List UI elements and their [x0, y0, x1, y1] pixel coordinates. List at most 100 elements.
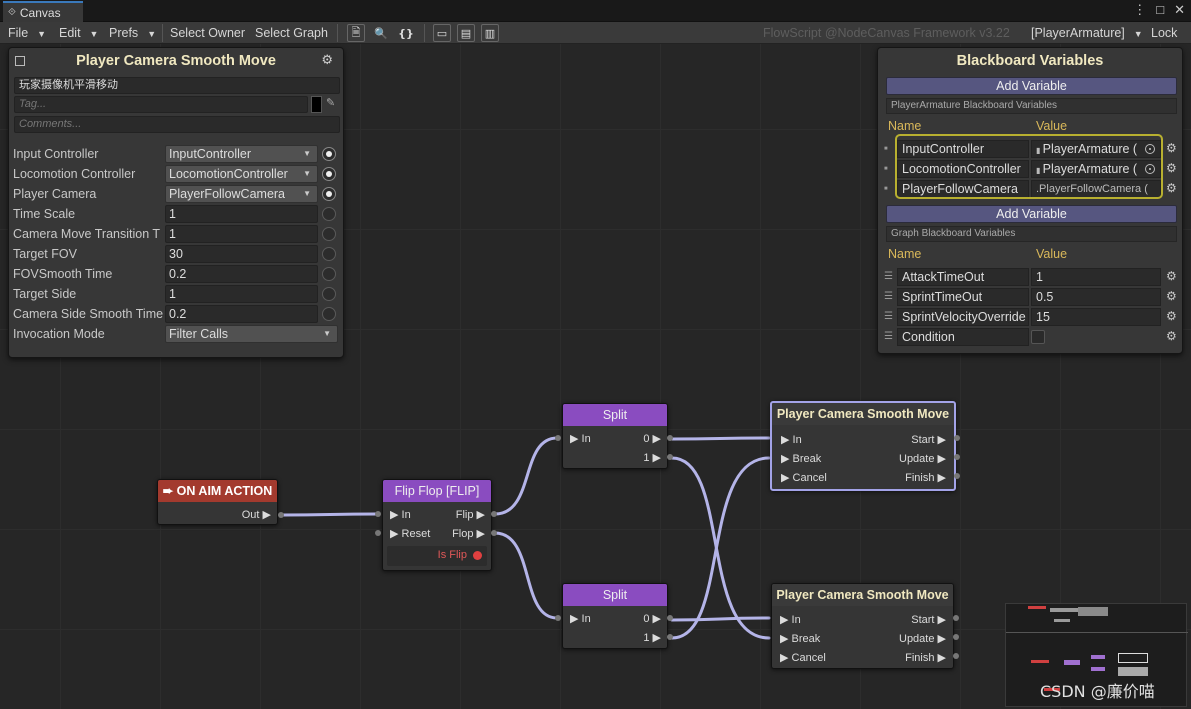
variable-toggle-icon[interactable]: [322, 187, 336, 201]
maximize-icon[interactable]: □: [1156, 2, 1164, 18]
variable-toggle-icon[interactable]: [322, 267, 336, 281]
finish-port[interactable]: Finish ▶: [905, 651, 946, 665]
in-port[interactable]: ▶ In: [570, 432, 591, 446]
eyedropper-icon[interactable]: ✎: [326, 96, 335, 109]
drag-handle-icon[interactable]: ☰: [884, 288, 893, 306]
flip-flop-node[interactable]: Flip Flop [FLIP] ▶ In ▶ Reset Flip ▶ Flo…: [382, 479, 492, 571]
variable-value-field[interactable]: 1: [1031, 268, 1161, 286]
break-port[interactable]: ▶ Break: [781, 452, 821, 466]
pin-flipflop-flip[interactable]: [491, 511, 497, 517]
variable-name-field[interactable]: SprintTimeOut: [897, 288, 1029, 306]
select-graph-button[interactable]: Select Graph: [255, 22, 328, 44]
param-value-dropdown[interactable]: LocomotionController: [165, 165, 318, 183]
flip-port[interactable]: Flip ▶: [456, 508, 485, 522]
is-flip-port[interactable]: [473, 551, 482, 560]
document-icon[interactable]: 🗎: [347, 24, 365, 42]
update-port[interactable]: Update ▶: [899, 452, 946, 466]
gear-icon[interactable]: ⚙: [1166, 141, 1177, 155]
param-value-field[interactable]: 1: [165, 225, 318, 243]
pin-flipflop-reset[interactable]: [375, 530, 381, 536]
out-1-port[interactable]: 1 ▶: [643, 451, 661, 465]
start-port[interactable]: Start ▶: [911, 613, 946, 627]
owner-selector[interactable]: [PlayerArmature] ▼: [1031, 22, 1143, 44]
pin-camera2-update[interactable]: [953, 634, 959, 640]
update-port[interactable]: Update ▶: [899, 632, 946, 646]
param-value-dropdown[interactable]: PlayerFollowCamera: [165, 185, 318, 203]
reset-port[interactable]: ▶ Reset: [390, 527, 430, 541]
tag-field[interactable]: Tag...: [14, 96, 308, 113]
layout-bottom-icon[interactable]: ▥: [481, 24, 499, 42]
search-icon[interactable]: 🔍: [372, 24, 390, 42]
param-value-field[interactable]: 30: [165, 245, 318, 263]
finish-port[interactable]: Finish ▶: [905, 471, 946, 485]
file-menu[interactable]: File ▼: [8, 22, 46, 44]
drag-handle-icon[interactable]: ☰: [884, 308, 893, 326]
cancel-port[interactable]: ▶ Cancel: [781, 471, 827, 485]
lock-toggle[interactable]: Lock: [1151, 22, 1177, 44]
split-node-2[interactable]: Split ▶ In 0 ▶ 1 ▶: [562, 583, 668, 649]
variable-name-field[interactable]: AttackTimeOut: [897, 268, 1029, 286]
variable-toggle-icon[interactable]: [322, 307, 336, 321]
out-port[interactable]: Out ▶: [242, 508, 271, 522]
variable-toggle-icon[interactable]: [322, 227, 336, 241]
pin-split1-out1[interactable]: [667, 454, 673, 460]
param-value-field[interactable]: 1: [165, 285, 318, 303]
node-name-field[interactable]: 玩家摄像机平滑移动: [14, 77, 340, 94]
gear-icon[interactable]: ⚙: [1166, 269, 1177, 283]
in-port[interactable]: ▶ In: [570, 612, 591, 626]
on-aim-action-node[interactable]: ➨ ON AIM ACTION Out ▶: [157, 479, 278, 525]
out-1-port[interactable]: 1 ▶: [643, 631, 661, 645]
gear-icon[interactable]: ⚙: [1166, 161, 1177, 175]
variable-toggle-icon[interactable]: [322, 207, 336, 221]
in-port[interactable]: ▶ In: [780, 613, 801, 627]
break-port[interactable]: ▶ Break: [780, 632, 820, 646]
gear-icon[interactable]: ⚙: [1166, 329, 1177, 343]
variable-toggle-icon[interactable]: [322, 167, 336, 181]
out-0-port[interactable]: 0 ▶: [643, 432, 661, 446]
pin-split2-in[interactable]: [555, 615, 561, 621]
select-owner-button[interactable]: Select Owner: [170, 22, 245, 44]
drag-handle-icon[interactable]: ☰: [884, 268, 893, 286]
flop-port[interactable]: Flop ▶: [452, 527, 485, 541]
color-swatch[interactable]: [311, 96, 322, 113]
variable-value-field[interactable]: 15: [1031, 308, 1161, 326]
add-variable-button-2[interactable]: Add Variable: [886, 205, 1177, 223]
pin-camera1-update[interactable]: [954, 454, 960, 460]
pin-onaim-out[interactable]: [278, 512, 284, 518]
drag-handle-icon[interactable]: ☰: [884, 328, 893, 346]
braces-icon[interactable]: {}: [397, 24, 415, 42]
pin-camera1-start[interactable]: [954, 435, 960, 441]
pin-split1-out0[interactable]: [667, 435, 673, 441]
param-value-field[interactable]: 0.2: [165, 265, 318, 283]
edit-menu[interactable]: Edit ▼: [59, 22, 98, 44]
variable-toggle-icon[interactable]: [322, 147, 336, 161]
canvas-window-tab[interactable]: ⟐ Canvas: [3, 1, 83, 22]
pin-flipflop-flop[interactable]: [491, 530, 497, 536]
drag-handle-icon[interactable]: ■: [884, 180, 888, 198]
variable-toggle-icon[interactable]: [322, 287, 336, 301]
param-value-field[interactable]: 0.2: [165, 305, 318, 323]
pin-flipflop-in[interactable]: [375, 511, 381, 517]
collapse-icon[interactable]: [15, 56, 25, 66]
gear-icon[interactable]: ⚙: [1166, 289, 1177, 303]
layout-middle-icon[interactable]: ▤: [457, 24, 475, 42]
player-camera-smooth-move-node-1[interactable]: Player Camera Smooth Move ▶ In ▶ Break ▶…: [770, 401, 956, 491]
variable-name-field[interactable]: SprintVelocityOverride: [897, 308, 1029, 326]
gear-icon[interactable]: ⚙: [1166, 181, 1177, 195]
pin-split2-out0[interactable]: [667, 615, 673, 621]
gear-icon[interactable]: ⚙: [1166, 309, 1177, 323]
condition-checkbox[interactable]: [1031, 330, 1045, 344]
param-value-field[interactable]: 1: [165, 205, 318, 223]
in-port[interactable]: ▶ In: [390, 508, 411, 522]
pin-camera1-finish[interactable]: [954, 473, 960, 479]
pin-camera2-start[interactable]: [953, 615, 959, 621]
prefs-menu[interactable]: Prefs ▼: [109, 22, 156, 44]
layout-top-icon[interactable]: ▭: [433, 24, 451, 42]
in-port[interactable]: ▶ In: [781, 433, 802, 447]
out-0-port[interactable]: 0 ▶: [643, 612, 661, 626]
pin-split1-in[interactable]: [555, 435, 561, 441]
gear-icon[interactable]: ⚙: [321, 48, 333, 74]
split-node-1[interactable]: Split ▶ In 0 ▶ 1 ▶: [562, 403, 668, 469]
drag-handle-icon[interactable]: ■: [884, 160, 888, 178]
pin-split2-out1[interactable]: [667, 634, 673, 640]
